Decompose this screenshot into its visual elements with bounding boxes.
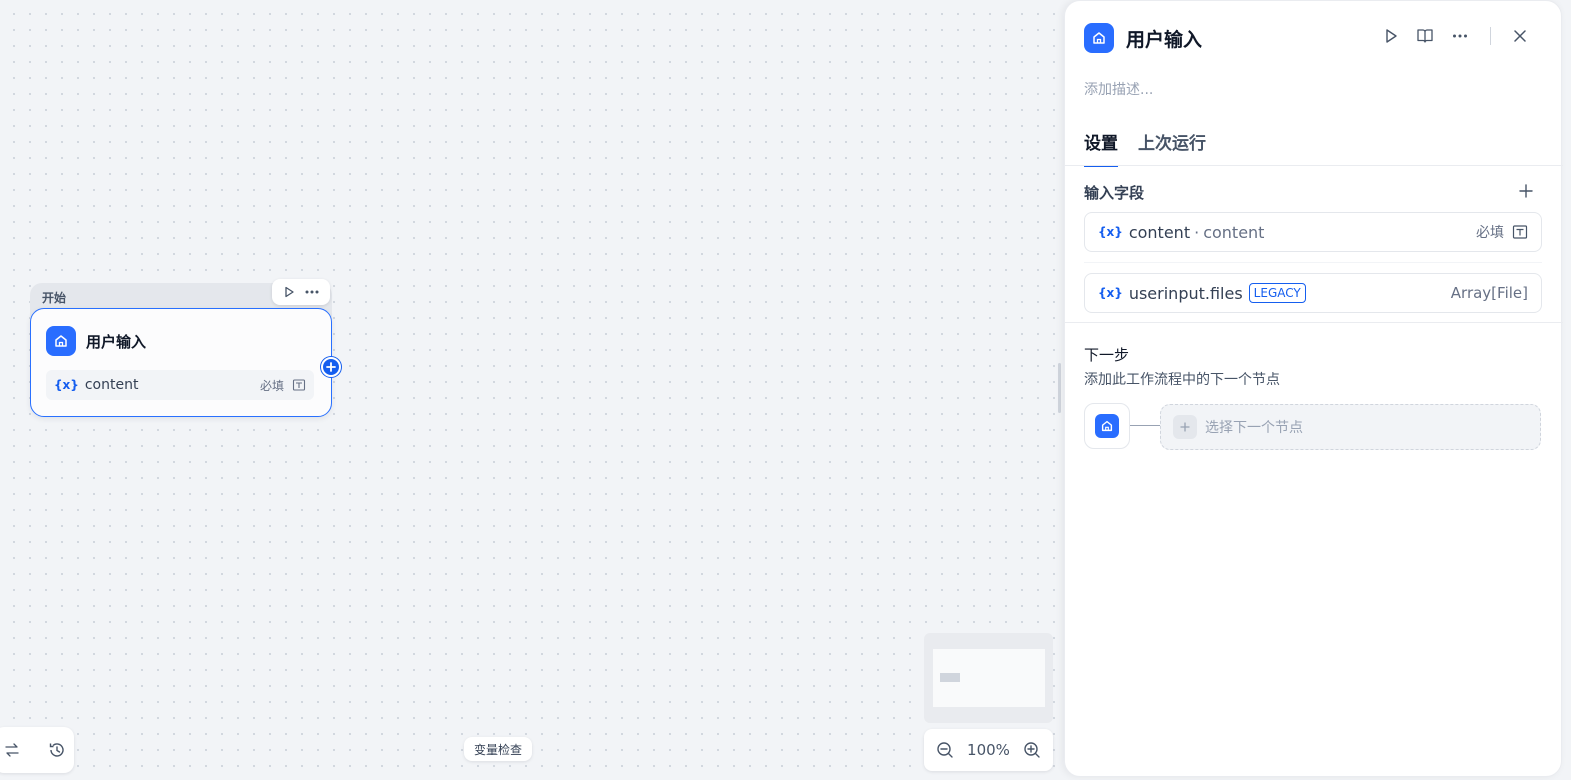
- plus-icon: [1519, 184, 1533, 198]
- tab-settings[interactable]: 设置: [1084, 129, 1118, 167]
- variable-name: content: [84, 377, 139, 393]
- node-run-button[interactable]: [283, 286, 295, 298]
- description-input[interactable]: 添加描述...: [1084, 79, 1153, 99]
- more-options-button[interactable]: [1451, 27, 1469, 45]
- zoom-controls: 100%: [924, 729, 1053, 771]
- text-field-icon: [1512, 225, 1528, 239]
- more-icon: [1453, 34, 1467, 38]
- node-settings-panel: 用户输入 添加描述... 设置 上次运行 输入字段 {x} content · …: [1064, 0, 1563, 777]
- node-actions: [272, 279, 330, 305]
- legacy-badge: LEGACY: [1248, 283, 1306, 303]
- plus-icon: [326, 362, 336, 372]
- field-type: Array[File]: [1450, 284, 1528, 302]
- select-next-node-label: 选择下一个节点: [1205, 420, 1303, 436]
- field-name: userinput.files: [1128, 283, 1243, 303]
- field-label: content: [1203, 222, 1265, 242]
- docs-button[interactable]: [1416, 27, 1434, 45]
- zoom-out-button[interactable]: [936, 741, 954, 759]
- minimap-node: [940, 673, 960, 682]
- input-field-content[interactable]: {x} content · content 必填: [1084, 212, 1542, 252]
- zoom-in-icon: [1024, 742, 1040, 758]
- canvas-toolbar: [0, 727, 74, 773]
- next-step-description: 添加此工作流程中的下一个节点: [1084, 372, 1280, 388]
- play-icon: [1386, 29, 1397, 43]
- close-panel-button[interactable]: [1512, 28, 1528, 44]
- minimap[interactable]: [924, 633, 1053, 723]
- zoom-level[interactable]: 100%: [967, 741, 1010, 759]
- variable-icon: {x}: [1098, 225, 1123, 239]
- tab-last-run[interactable]: 上次运行: [1138, 129, 1206, 167]
- input-fields-title: 输入字段: [1084, 184, 1145, 202]
- add-field-button[interactable]: [1518, 183, 1534, 199]
- workflow-canvas[interactable]: 开始 用户输入 {x} content 必填 变量检查 100%: [0, 0, 1064, 780]
- play-icon: [284, 286, 294, 298]
- node-title: 用户输入: [86, 332, 147, 351]
- field-separator: ·: [1194, 222, 1200, 242]
- minimap-viewport: [933, 649, 1045, 707]
- next-step-title: 下一步: [1084, 346, 1130, 364]
- panel-tabs: 设置 上次运行: [1084, 129, 1206, 167]
- required-label: 必填: [259, 378, 284, 393]
- node-card[interactable]: 用户输入 {x} content 必填: [30, 308, 341, 417]
- history-button[interactable]: [48, 741, 66, 759]
- node-more-button[interactable]: [304, 286, 320, 298]
- panel-title[interactable]: 用户输入: [1126, 25, 1202, 52]
- current-node-chip: [1084, 403, 1130, 449]
- input-field-userinput-files[interactable]: {x} userinput.files LEGACY Array[File]: [1084, 273, 1542, 313]
- text-field-icon: [292, 379, 306, 391]
- more-icon: [305, 290, 318, 294]
- variable-icon: {x}: [54, 378, 79, 392]
- swap-icon: [5, 743, 19, 757]
- home-icon: [1095, 414, 1119, 438]
- panel-resize-handle[interactable]: [1058, 363, 1061, 413]
- zoom-out-icon: [937, 742, 953, 758]
- close-icon: [1514, 30, 1526, 42]
- history-icon: [49, 743, 64, 757]
- home-icon: [46, 326, 76, 356]
- layout-button[interactable]: [4, 742, 20, 758]
- select-next-node-button[interactable]: 选择下一个节点: [1160, 404, 1541, 450]
- variable-icon: {x}: [1098, 286, 1123, 300]
- run-node-button[interactable]: [1383, 28, 1399, 44]
- book-icon: [1417, 29, 1433, 43]
- field-name: content: [1128, 222, 1191, 242]
- variable-inspect-button[interactable]: 变量检查: [464, 737, 533, 761]
- add-next-node-button[interactable]: [321, 357, 341, 377]
- required-label: 必填: [1476, 225, 1504, 241]
- home-icon: [1084, 23, 1114, 53]
- zoom-in-button[interactable]: [1023, 741, 1041, 759]
- plus-icon: [1173, 415, 1197, 439]
- node-variable-row: {x} content 必填: [46, 370, 314, 400]
